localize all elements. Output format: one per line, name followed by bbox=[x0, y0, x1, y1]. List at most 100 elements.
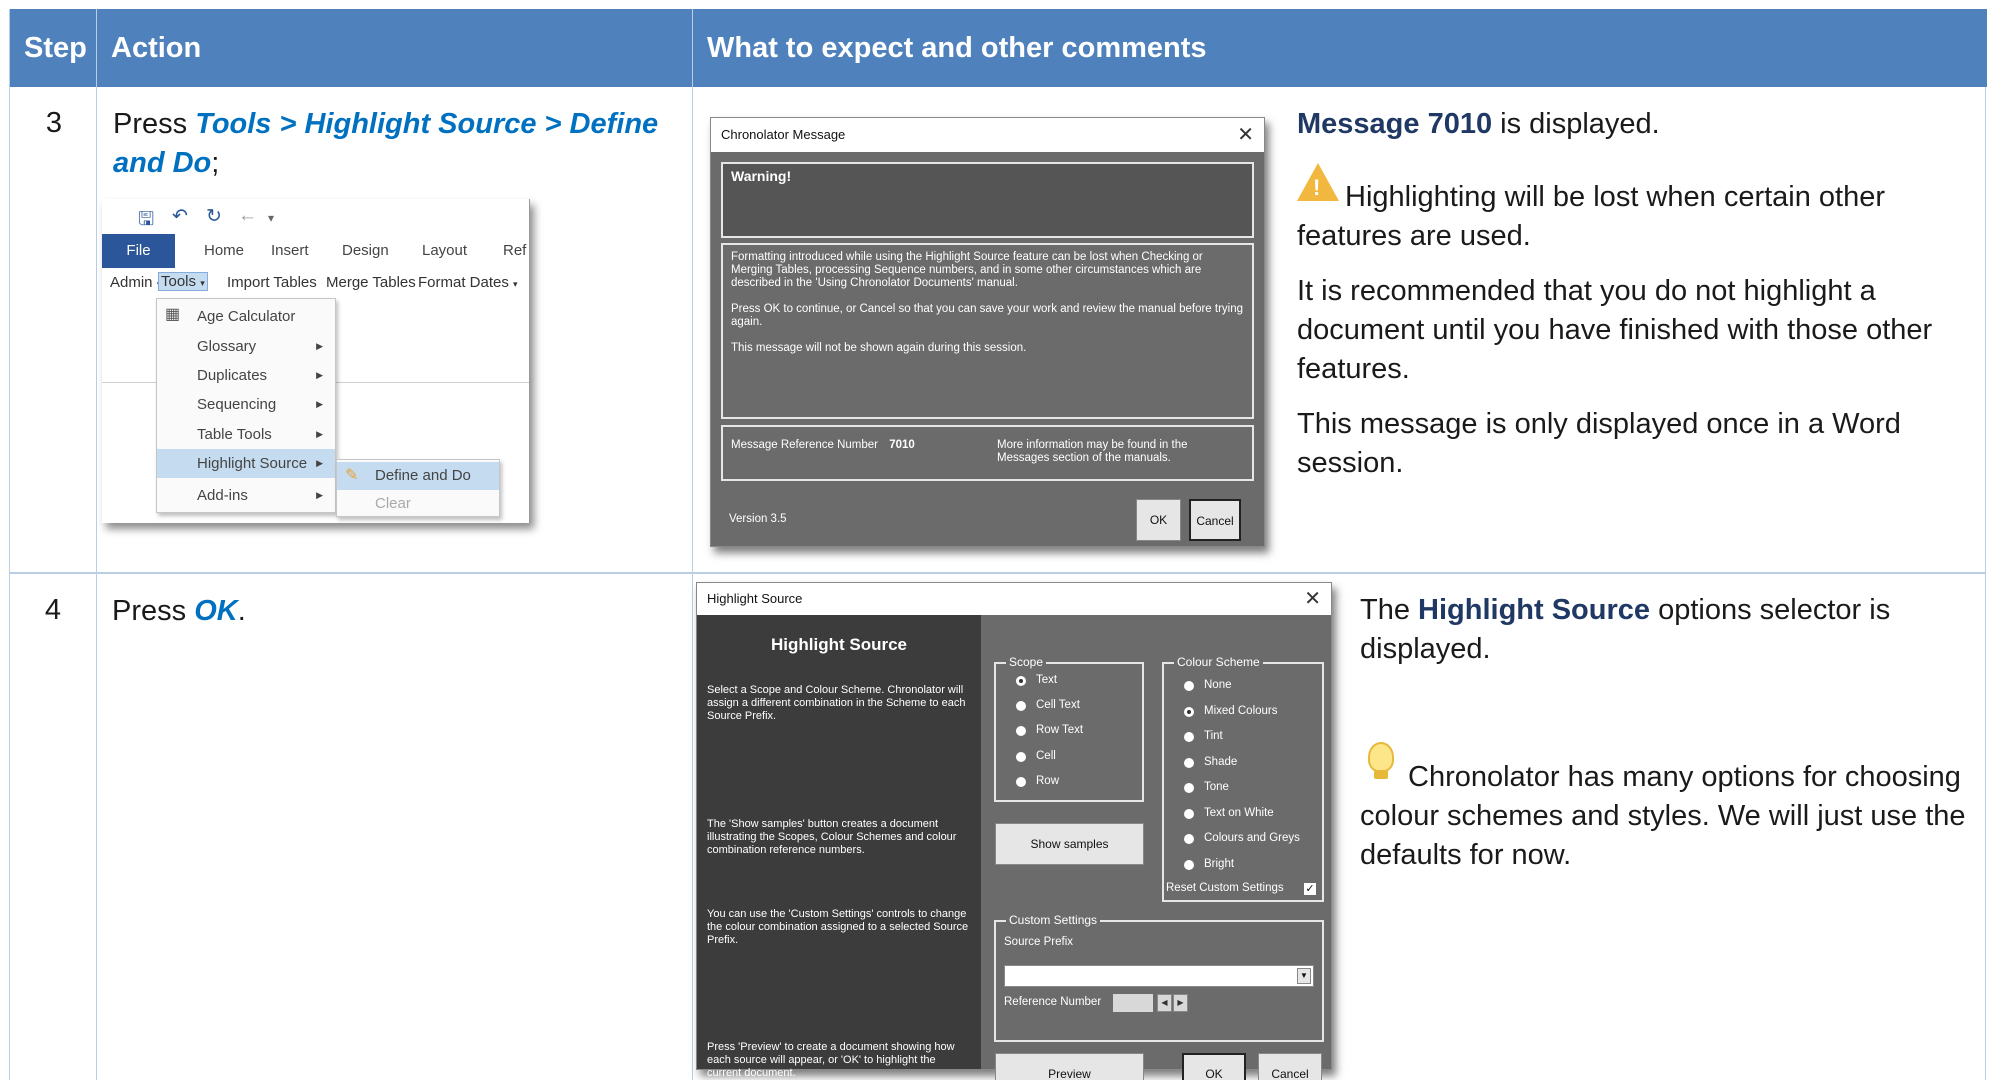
merge-tables-button[interactable]: Merge Tables bbox=[326, 274, 416, 291]
colour-scheme-legend: Colour Scheme bbox=[1174, 654, 1263, 670]
dialog-body: Highlight Source Select a Scope and Colo… bbox=[697, 615, 1331, 1080]
scope-radio-row[interactable]: Row bbox=[1014, 775, 1059, 787]
reference-number-label: Reference Number bbox=[1004, 996, 1102, 1008]
source-prefix-dropdown[interactable]: ▼ bbox=[1004, 965, 1314, 987]
previous-reference-button[interactable]: ◀ bbox=[1157, 994, 1172, 1012]
tab-references[interactable]: Ref bbox=[503, 234, 526, 268]
tab-home[interactable]: Home bbox=[204, 234, 244, 268]
radio-icon bbox=[1016, 777, 1026, 787]
cancel-button[interactable]: Cancel bbox=[1189, 499, 1241, 541]
customize-icon[interactable]: ▾ bbox=[268, 211, 274, 225]
scheme-radio-mixed-colours[interactable]: Mixed Colours bbox=[1182, 705, 1278, 717]
submenu-arrow-icon: ▶ bbox=[316, 429, 323, 439]
radio-selected-icon bbox=[1016, 676, 1026, 686]
scheme-radio-shade[interactable]: Shade bbox=[1182, 756, 1237, 768]
scope-radio-row-text[interactable]: Row Text bbox=[1014, 724, 1083, 736]
format-dates-menu[interactable]: Format Dates ▾ bbox=[418, 274, 518, 291]
chronolator-message-dialog: Chronolator Message ✕ Warning! Formattin… bbox=[710, 117, 1265, 547]
scope-group: Scope Text Cell Text Row Text Cell Row bbox=[994, 654, 1144, 802]
ok-button[interactable]: OK bbox=[1136, 499, 1181, 541]
action-ok: OK bbox=[194, 595, 238, 627]
step-number: 3 bbox=[45, 107, 63, 139]
tools-menu[interactable]: Tools ▾ bbox=[158, 272, 208, 291]
help-preview: Press 'Preview' to create a document sho… bbox=[707, 1041, 955, 1079]
reset-custom-settings-checkbox[interactable]: ✓ bbox=[1304, 883, 1316, 895]
help-samples: The 'Show samples' button creates a docu… bbox=[707, 818, 957, 856]
radio-icon bbox=[1184, 732, 1194, 742]
scope-radio-cell-text[interactable]: Cell Text bbox=[1014, 699, 1080, 711]
reset-custom-settings-label: Reset Custom Settings bbox=[1166, 882, 1284, 894]
menu-item-table-tools[interactable]: Table Tools ▶ bbox=[157, 420, 335, 449]
step-number: 4 bbox=[44, 594, 62, 626]
menu-item-add-ins[interactable]: Add-ins ▶ bbox=[157, 481, 335, 510]
menu-item-duplicates[interactable]: Duplicates ▶ bbox=[157, 361, 335, 390]
dialog-title: Chronolator Message bbox=[711, 118, 1264, 152]
radio-selected-icon bbox=[1184, 707, 1194, 717]
redo-icon[interactable]: ↻ bbox=[206, 205, 222, 228]
menu-item-define-and-do[interactable]: ✎ Define and Do bbox=[337, 462, 499, 490]
tab-layout[interactable]: Layout bbox=[422, 234, 467, 268]
back-icon[interactable]: ← bbox=[238, 205, 257, 227]
comment-tip: Chronolator has many options for choosin… bbox=[1360, 761, 1966, 871]
import-tables-button[interactable]: Import Tables bbox=[227, 274, 317, 291]
scheme-radio-bright[interactable]: Bright bbox=[1182, 858, 1234, 870]
tab-design[interactable]: Design bbox=[342, 234, 389, 268]
chronolator-toolbar: Admin ▾ Tools ▾ Import Tables Merge Tabl… bbox=[102, 270, 529, 298]
warning-box: Warning! bbox=[721, 162, 1254, 238]
reference-number-field[interactable] bbox=[1113, 994, 1153, 1012]
radio-icon bbox=[1184, 758, 1194, 768]
menu-item-glossary[interactable]: Glossary ▶ bbox=[157, 332, 335, 361]
header-action: Action bbox=[97, 9, 692, 87]
menu-item-clear[interactable]: Clear bbox=[337, 490, 499, 518]
close-icon[interactable]: ✕ bbox=[1237, 118, 1254, 152]
message-box: Formatting introduced while using the Hi… bbox=[721, 243, 1254, 419]
menu-item-highlight-source[interactable]: Highlight Source ▶ bbox=[157, 449, 335, 478]
scope-radio-cell[interactable]: Cell bbox=[1014, 750, 1056, 762]
ribbon-tabs: File Home Insert Design Layout Ref bbox=[102, 234, 529, 268]
close-icon[interactable]: ✕ bbox=[1304, 583, 1321, 615]
colour-scheme-group: Colour Scheme None Mixed Colours Tint Sh… bbox=[1162, 654, 1324, 902]
action-text: Press Tools > Highlight Source > Define … bbox=[113, 108, 659, 179]
next-reference-button[interactable]: ▶ bbox=[1173, 994, 1188, 1012]
comment-recommendation: It is recommended that you do not highli… bbox=[1297, 275, 1933, 385]
comment-selector-displayed: The Highlight Source options selector is… bbox=[1360, 594, 1891, 665]
reference-box: Message Reference Number 7010 More infor… bbox=[721, 425, 1254, 481]
radio-icon bbox=[1016, 726, 1026, 736]
highlight-source-submenu: ✎ Define and Do Clear bbox=[336, 459, 500, 517]
undo-icon[interactable]: ↶ bbox=[172, 205, 188, 228]
help-custom: You can use the 'Custom Settings' contro… bbox=[707, 908, 969, 946]
highlight-source-dialog: Highlight Source ✕ Highlight Source Sele… bbox=[696, 582, 1332, 1080]
scheme-radio-none[interactable]: None bbox=[1182, 679, 1232, 691]
version-label: Version 3.5 bbox=[729, 513, 787, 525]
scope-legend: Scope bbox=[1006, 654, 1047, 670]
column-divider bbox=[692, 9, 693, 1080]
word-ribbon-screenshot: 🖫 ↶ ↻ ← ▾ File Home Insert Design Layout… bbox=[102, 199, 530, 523]
scope-radio-text[interactable]: Text bbox=[1014, 674, 1057, 686]
comment-warning: Highlighting will be lost when certain o… bbox=[1297, 181, 1886, 252]
ok-button[interactable]: OK bbox=[1182, 1053, 1246, 1080]
show-samples-button[interactable]: Show samples bbox=[995, 823, 1144, 865]
radio-icon bbox=[1016, 752, 1026, 762]
scheme-radio-colours-and-greys[interactable]: Colours and Greys bbox=[1182, 832, 1300, 844]
submenu-arrow-icon: ▶ bbox=[316, 370, 323, 380]
scheme-radio-tone[interactable]: Tone bbox=[1182, 781, 1229, 793]
menu-item-age-calculator[interactable]: Age Calculator bbox=[157, 302, 335, 331]
scheme-radio-tint[interactable]: Tint bbox=[1182, 730, 1223, 742]
custom-settings-legend: Custom Settings bbox=[1006, 912, 1101, 928]
tab-insert[interactable]: Insert bbox=[271, 234, 309, 268]
submenu-arrow-icon: ▶ bbox=[316, 399, 323, 409]
scheme-radio-text-on-white[interactable]: Text on White bbox=[1182, 807, 1274, 819]
save-icon[interactable]: 🖫 bbox=[138, 205, 154, 237]
comment-once-only: This message is only displayed once in a… bbox=[1297, 408, 1901, 479]
admin-menu[interactable]: Admin ▾ bbox=[110, 274, 161, 291]
radio-icon bbox=[1184, 783, 1194, 793]
cancel-button[interactable]: Cancel bbox=[1258, 1053, 1322, 1080]
tab-file[interactable]: File bbox=[102, 234, 175, 268]
preview-button[interactable]: Preview bbox=[995, 1053, 1144, 1080]
menu-item-sequencing[interactable]: Sequencing ▶ bbox=[157, 390, 335, 419]
column-divider bbox=[96, 9, 97, 1080]
submenu-arrow-icon: ▶ bbox=[316, 458, 323, 468]
radio-icon bbox=[1016, 701, 1026, 711]
custom-settings-group: Custom Settings Source Prefix ▼ Referenc… bbox=[994, 912, 1324, 1042]
radio-icon bbox=[1184, 834, 1194, 844]
